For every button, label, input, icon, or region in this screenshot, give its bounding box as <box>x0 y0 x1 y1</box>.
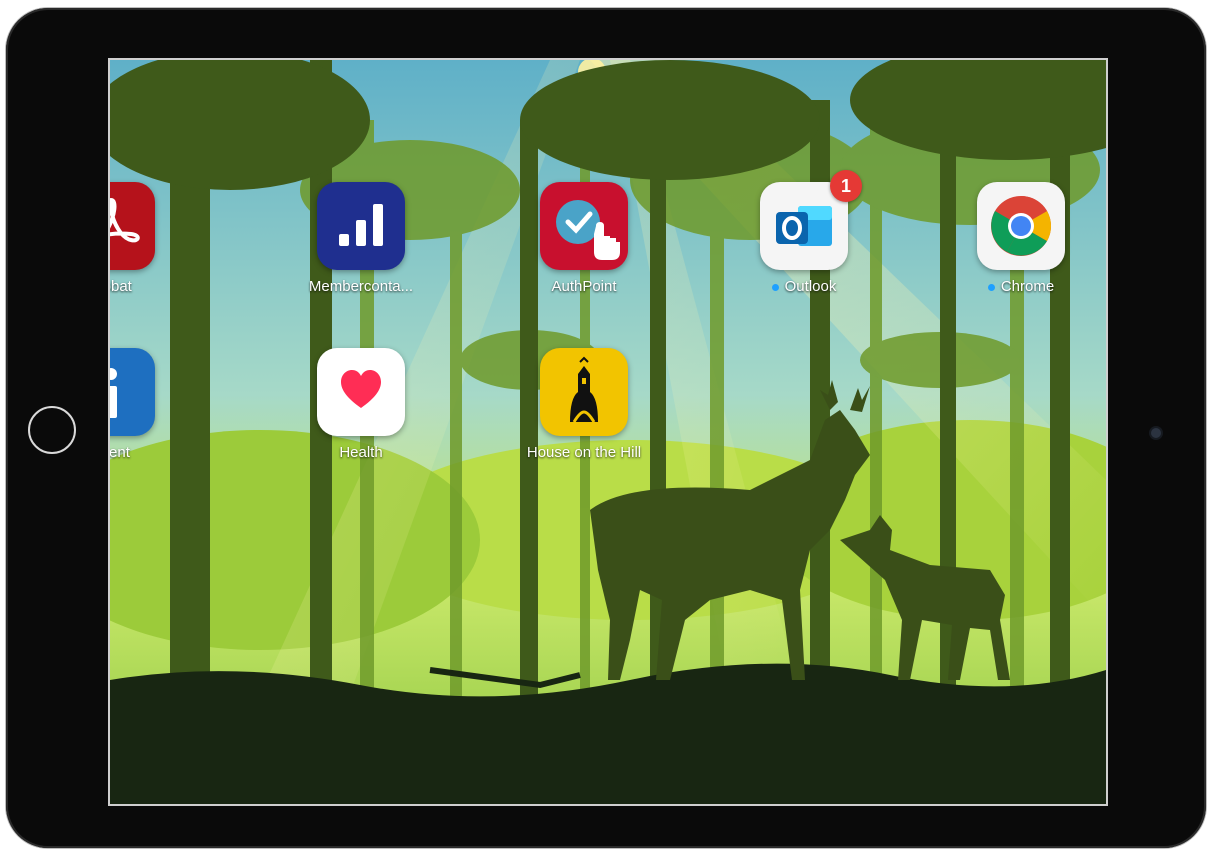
authpoint-icon <box>540 182 628 270</box>
app-acrobat[interactable]: crobat <box>110 182 186 295</box>
heart-icon <box>317 348 405 436</box>
ipad-device: crobat Memberconta... Auth <box>6 8 1206 848</box>
app-health[interactable]: Health <box>286 348 436 461</box>
acrobat-icon <box>110 182 155 270</box>
app-label: iTrent <box>110 444 130 461</box>
chrome-icon <box>977 182 1065 270</box>
app-membercontact[interactable]: Memberconta... <box>286 182 436 295</box>
app-chrome[interactable]: Chrome <box>946 182 1096 295</box>
app-outlook[interactable]: 1 Outlook <box>729 170 879 295</box>
app-label: Memberconta... <box>308 278 414 295</box>
app-label: House on the Hill <box>526 444 642 461</box>
app-label: crobat <box>110 278 132 295</box>
new-indicator-dot <box>987 283 995 291</box>
home-button[interactable] <box>28 406 76 454</box>
info-icon <box>110 348 155 436</box>
app-label: Outlook <box>729 278 879 295</box>
new-indicator-dot <box>771 283 779 291</box>
front-camera <box>1151 428 1161 438</box>
app-authpoint[interactable]: AuthPoint <box>509 182 659 295</box>
app-label: Chrome <box>946 278 1096 295</box>
app-label: AuthPoint <box>551 278 617 295</box>
notification-badge: 1 <box>830 170 862 202</box>
app-label: Health <box>339 444 383 461</box>
bar-chart-icon <box>317 182 405 270</box>
app-itrent[interactable]: iTrent <box>110 348 186 461</box>
house-on-the-hill-icon <box>540 348 628 436</box>
app-house-on-the-hill[interactable]: House on the Hill <box>509 348 659 461</box>
home-screen: crobat Memberconta... Auth <box>108 58 1108 806</box>
